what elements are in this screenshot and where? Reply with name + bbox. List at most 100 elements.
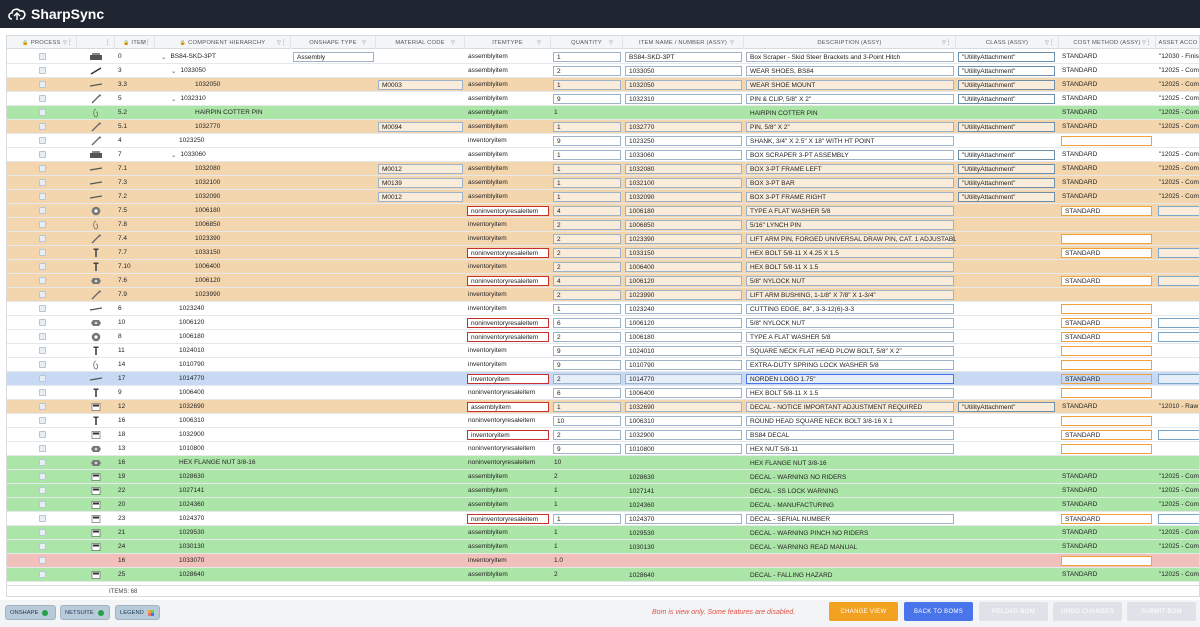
asset-account-cell[interactable] xyxy=(1156,554,1199,567)
onshape-type-cell[interactable] xyxy=(291,442,376,455)
cost-method-cell[interactable]: STANDARD xyxy=(1059,106,1156,119)
header-item-name[interactable]: ITEM NAME / NUMBER (ASSY) ▽ xyxy=(623,36,744,49)
class-field[interactable]: "UtilityAttachment" xyxy=(958,178,1055,188)
onshape-type-cell[interactable] xyxy=(291,218,376,231)
asset-account-cell[interactable]: "12010 - Raw xyxy=(1156,400,1199,413)
onshape-type-cell[interactable] xyxy=(291,302,376,315)
quantity-field[interactable]: 2 xyxy=(553,332,621,342)
item-name-field[interactable]: 1033060 xyxy=(625,150,742,160)
description-field[interactable]: HEX NUT 5/8-11 xyxy=(746,444,954,454)
description-cell[interactable]: NORDEN LOGO 1.75" xyxy=(744,372,956,385)
class-cell[interactable] xyxy=(956,134,1059,147)
cost-method-field[interactable] xyxy=(1061,444,1152,454)
description-cell[interactable]: BOX SCRAPER 3-PT ASSEMBLY xyxy=(744,148,956,161)
cost-method-field[interactable] xyxy=(1061,234,1152,244)
process-checkbox[interactable] xyxy=(38,319,46,326)
description-field[interactable]: BS84 DECAL xyxy=(746,430,954,440)
item-name-field[interactable]: 1028630 xyxy=(625,472,742,482)
itemtype-cell[interactable]: noninventoryresaleitem xyxy=(465,274,551,287)
asset-account-cell[interactable]: "12025 - Com xyxy=(1156,470,1199,483)
process-checkbox[interactable] xyxy=(38,389,46,396)
class-cell[interactable] xyxy=(956,456,1059,469)
class-cell[interactable] xyxy=(956,498,1059,511)
process-cell[interactable] xyxy=(7,428,77,441)
quantity-cell[interactable]: 2 xyxy=(551,64,623,77)
process-cell[interactable] xyxy=(7,470,77,483)
header-hierarchy[interactable]: 🔒 COMPONENT HIERARCHY ▽ ⋮ xyxy=(155,36,291,49)
quantity-cell[interactable]: 9 xyxy=(551,92,623,105)
description-cell[interactable]: LIFT ARM PIN, FORGED UNIVERSAL DRAW PIN,… xyxy=(744,232,956,245)
onshape-type-cell[interactable] xyxy=(291,288,376,301)
description-field[interactable]: LIFT ARM PIN, FORGED UNIVERSAL DRAW PIN,… xyxy=(746,234,956,244)
quantity-cell[interactable]: 6 xyxy=(551,316,623,329)
item-name-cell[interactable]: 1006850 xyxy=(623,218,744,231)
onshape-type-cell[interactable] xyxy=(291,232,376,245)
class-cell[interactable] xyxy=(956,428,1059,441)
cost-method-cell[interactable] xyxy=(1059,344,1156,357)
class-cell[interactable]: "UtilityAttachment" xyxy=(956,148,1059,161)
description-cell[interactable]: 5/8" NYLOCK NUT xyxy=(744,274,956,287)
process-checkbox[interactable] xyxy=(38,305,46,312)
quantity-field[interactable]: 10 xyxy=(553,416,621,426)
class-field[interactable]: "UtilityAttachment" xyxy=(958,150,1055,160)
asset-account-cell[interactable]: "12025 - Com xyxy=(1156,568,1199,581)
quantity-field[interactable]: 1 xyxy=(553,514,621,524)
description-cell[interactable]: WEAR SHOES, BS84 xyxy=(744,64,956,77)
quantity-cell[interactable]: 2 xyxy=(551,568,623,581)
onshape-type-cell[interactable] xyxy=(291,316,376,329)
process-checkbox[interactable] xyxy=(38,403,46,410)
class-cell[interactable] xyxy=(956,484,1059,497)
process-cell[interactable] xyxy=(7,204,77,217)
table-row[interactable]: 7.5 1006180 noninventoryresaleitem 4 1006180… xyxy=(7,204,1199,218)
onshape-type-cell[interactable] xyxy=(291,120,376,133)
process-cell[interactable] xyxy=(7,372,77,385)
cost-method-cell[interactable]: STANDARD xyxy=(1059,190,1156,203)
material-code-cell[interactable] xyxy=(376,232,465,245)
process-checkbox[interactable] xyxy=(38,529,46,536)
process-checkbox[interactable] xyxy=(38,445,46,452)
class-cell[interactable]: "UtilityAttachment" xyxy=(956,176,1059,189)
material-code-cell[interactable] xyxy=(376,344,465,357)
material-code-cell[interactable] xyxy=(376,134,465,147)
onshape-type-cell[interactable] xyxy=(291,204,376,217)
itemtype-error-field[interactable]: noninventoryresaleitem xyxy=(467,276,549,286)
item-name-field[interactable]: 1006850 xyxy=(625,220,742,230)
asset-account-cell[interactable] xyxy=(1156,512,1199,525)
process-checkbox[interactable] xyxy=(38,375,46,382)
itemtype-cell[interactable]: inventoryitem xyxy=(465,358,551,371)
filter-icon[interactable]: ▽ xyxy=(537,40,541,46)
class-cell[interactable] xyxy=(956,372,1059,385)
item-name-cell[interactable]: 1010790 xyxy=(623,358,744,371)
material-code-cell[interactable] xyxy=(376,218,465,231)
material-code-cell[interactable] xyxy=(376,302,465,315)
asset-account-field[interactable] xyxy=(1158,206,1199,216)
item-name-cell[interactable]: 1006400 xyxy=(623,386,744,399)
item-name-cell[interactable]: 1006310 xyxy=(623,414,744,427)
class-cell[interactable] xyxy=(956,302,1059,315)
asset-account-cell[interactable] xyxy=(1156,274,1199,287)
asset-account-cell[interactable]: "12030 - Finis xyxy=(1156,50,1199,63)
item-name-cell[interactable] xyxy=(623,554,744,567)
cost-method-cell[interactable] xyxy=(1059,442,1156,455)
process-cell[interactable] xyxy=(7,526,77,539)
itemtype-cell[interactable]: noninventoryresaleitem xyxy=(465,414,551,427)
cost-method-cell[interactable]: STANDARD xyxy=(1059,120,1156,133)
asset-account-cell[interactable] xyxy=(1156,316,1199,329)
quantity-cell[interactable]: 1 xyxy=(551,400,623,413)
process-cell[interactable] xyxy=(7,190,77,203)
itemtype-cell[interactable]: noninventoryresaleitem xyxy=(465,204,551,217)
itemtype-cell[interactable]: assemblyitem xyxy=(465,470,551,483)
class-cell[interactable] xyxy=(956,568,1059,581)
class-cell[interactable]: "UtilityAttachment" xyxy=(956,78,1059,91)
asset-account-cell[interactable] xyxy=(1156,456,1199,469)
cost-method-cell[interactable] xyxy=(1059,232,1156,245)
class-cell[interactable] xyxy=(956,442,1059,455)
cost-method-field[interactable] xyxy=(1061,556,1152,566)
description-field[interactable]: HEX BOLT 5/8-11 X 4.25 X 1.5 xyxy=(746,248,954,258)
onshape-type-cell[interactable] xyxy=(291,456,376,469)
quantity-field[interactable]: 9 xyxy=(553,360,621,370)
material-code-cell[interactable]: M0094 xyxy=(376,120,465,133)
header-item[interactable]: 🔒 ITEM ▽ ⋮ xyxy=(115,36,155,49)
item-name-field[interactable]: 1032900 xyxy=(625,430,742,440)
process-checkbox[interactable] xyxy=(38,361,46,368)
